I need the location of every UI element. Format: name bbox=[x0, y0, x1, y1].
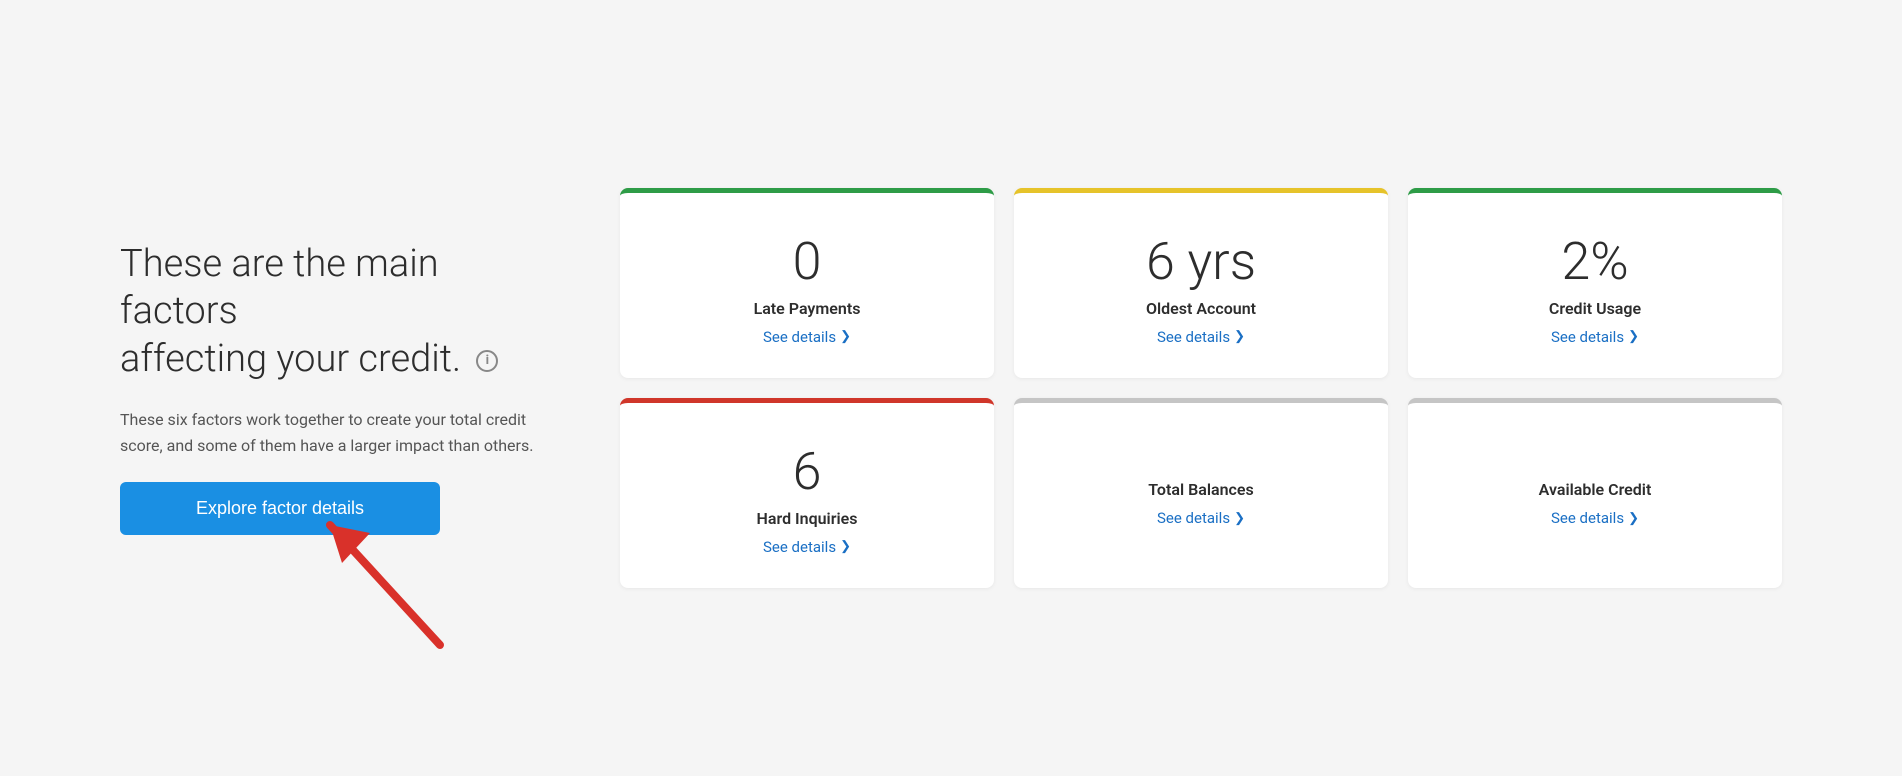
heading-line2: affecting your credit. bbox=[120, 337, 461, 381]
chevron-right-icon-credit-usage: ❯ bbox=[1628, 329, 1639, 344]
heading-line1: These are the main factors bbox=[120, 242, 439, 334]
see-details-label-hard-inquiries: See details bbox=[763, 538, 836, 556]
see-details-credit-usage[interactable]: See details ❯ bbox=[1551, 328, 1639, 346]
see-details-late-payments[interactable]: See details ❯ bbox=[763, 328, 851, 346]
factor-card-oldest-account: 6 yrs Oldest Account See details ❯ bbox=[1014, 188, 1388, 378]
see-details-label-available-credit: See details bbox=[1551, 509, 1624, 527]
main-heading: These are the main factors affecting you… bbox=[120, 241, 540, 384]
chevron-right-icon-late-payments: ❯ bbox=[840, 329, 851, 344]
factor-label-credit-usage: Credit Usage bbox=[1549, 299, 1641, 318]
main-container: These are the main factors affecting you… bbox=[0, 0, 1902, 776]
factor-label-hard-inquiries: Hard Inquiries bbox=[757, 509, 858, 528]
explore-button[interactable]: Explore factor details bbox=[120, 482, 440, 535]
see-details-label-oldest-account: See details bbox=[1157, 328, 1230, 346]
factor-card-credit-usage: 2% Credit Usage See details ❯ bbox=[1408, 188, 1782, 378]
factor-value-late-payments: 0 bbox=[793, 233, 822, 290]
see-details-total-balances[interactable]: See details ❯ bbox=[1157, 509, 1245, 527]
chevron-right-icon-available-credit: ❯ bbox=[1628, 511, 1639, 526]
factor-label-oldest-account: Oldest Account bbox=[1146, 299, 1256, 318]
factor-value-credit-usage: 2% bbox=[1561, 233, 1628, 290]
cards-grid: 0 Late Payments See details ❯ 6 yrs Oldest A… bbox=[620, 188, 1782, 588]
see-details-hard-inquiries[interactable]: See details ❯ bbox=[763, 538, 851, 556]
factor-label-late-payments: Late Payments bbox=[754, 299, 861, 318]
chevron-right-icon-hard-inquiries: ❯ bbox=[840, 539, 851, 554]
see-details-label-late-payments: See details bbox=[763, 328, 836, 346]
see-details-available-credit[interactable]: See details ❯ bbox=[1551, 509, 1639, 527]
description-text: These six factors work together to creat… bbox=[120, 407, 540, 458]
factor-card-hard-inquiries: 6 Hard Inquiries See details ❯ bbox=[620, 398, 994, 588]
left-panel: These are the main factors affecting you… bbox=[120, 241, 540, 536]
factor-label-total-balances: Total Balances bbox=[1148, 480, 1253, 499]
factor-value-hard-inquiries: 6 bbox=[793, 443, 822, 500]
chevron-right-icon-total-balances: ❯ bbox=[1234, 511, 1245, 526]
factor-label-available-credit: Available Credit bbox=[1539, 480, 1652, 499]
see-details-oldest-account[interactable]: See details ❯ bbox=[1157, 328, 1245, 346]
see-details-label-credit-usage: See details bbox=[1551, 328, 1624, 346]
factor-card-available-credit: Available Credit See details ❯ bbox=[1408, 398, 1782, 588]
factor-card-late-payments: 0 Late Payments See details ❯ bbox=[620, 188, 994, 378]
chevron-right-icon-oldest-account: ❯ bbox=[1234, 329, 1245, 344]
info-icon[interactable]: i bbox=[476, 350, 498, 372]
factor-card-total-balances: Total Balances See details ❯ bbox=[1014, 398, 1388, 588]
factor-value-oldest-account: 6 yrs bbox=[1146, 233, 1256, 290]
see-details-label-total-balances: See details bbox=[1157, 509, 1230, 527]
